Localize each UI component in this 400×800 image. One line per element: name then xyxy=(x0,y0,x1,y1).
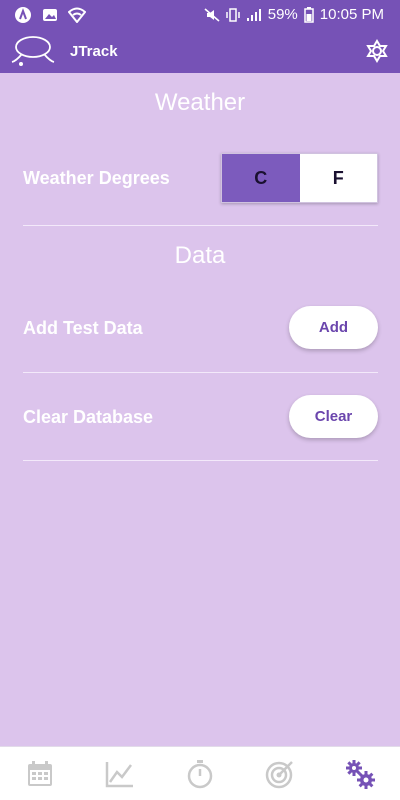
nav-calendar[interactable] xyxy=(10,747,70,800)
status-left-icons xyxy=(14,6,86,24)
target-icon xyxy=(265,760,293,788)
celsius-option[interactable]: C xyxy=(222,154,300,202)
battery-percent: 59% xyxy=(267,6,298,23)
signal-icon xyxy=(246,8,261,21)
stopwatch-icon xyxy=(187,759,213,788)
mute-icon xyxy=(204,7,220,22)
settings-gear-icon[interactable] xyxy=(364,38,390,64)
divider xyxy=(23,225,378,226)
vpn-icon xyxy=(15,6,31,23)
vibrate-icon xyxy=(226,7,240,22)
wifi-shield-icon xyxy=(68,7,86,23)
lasso-logo-icon xyxy=(11,36,55,66)
chart-icon xyxy=(105,761,133,787)
divider xyxy=(23,372,378,373)
degree-unit-toggle[interactable]: C F xyxy=(221,153,378,203)
image-icon xyxy=(43,8,57,21)
settings-icon xyxy=(346,759,375,789)
nav-charts[interactable] xyxy=(90,747,150,800)
battery-icon xyxy=(304,6,314,23)
nav-settings[interactable] xyxy=(330,747,390,800)
divider xyxy=(23,460,378,461)
status-right: 59% 10:05 PM xyxy=(204,6,384,23)
clock: 10:05 PM xyxy=(319,6,384,23)
nav-timer[interactable] xyxy=(170,747,230,800)
clear-database-label: Clear Database xyxy=(23,407,154,427)
status-bar: 59% 10:05 PM xyxy=(0,0,400,29)
add-test-data-label: Add Test Data xyxy=(23,318,143,338)
bottom-nav xyxy=(0,746,400,800)
app-bar: JTrack xyxy=(0,29,400,73)
nav-goals[interactable] xyxy=(250,747,310,800)
app-title: JTrack xyxy=(70,42,118,60)
add-button[interactable]: Add xyxy=(289,306,378,349)
data-section-title: Data xyxy=(174,242,226,269)
weather-degrees-label: Weather Degrees xyxy=(23,168,170,188)
fahrenheit-option[interactable]: F xyxy=(299,154,377,202)
calendar-icon xyxy=(28,760,52,786)
clear-button[interactable]: Clear xyxy=(289,395,378,438)
weather-section-title: Weather xyxy=(154,89,246,116)
